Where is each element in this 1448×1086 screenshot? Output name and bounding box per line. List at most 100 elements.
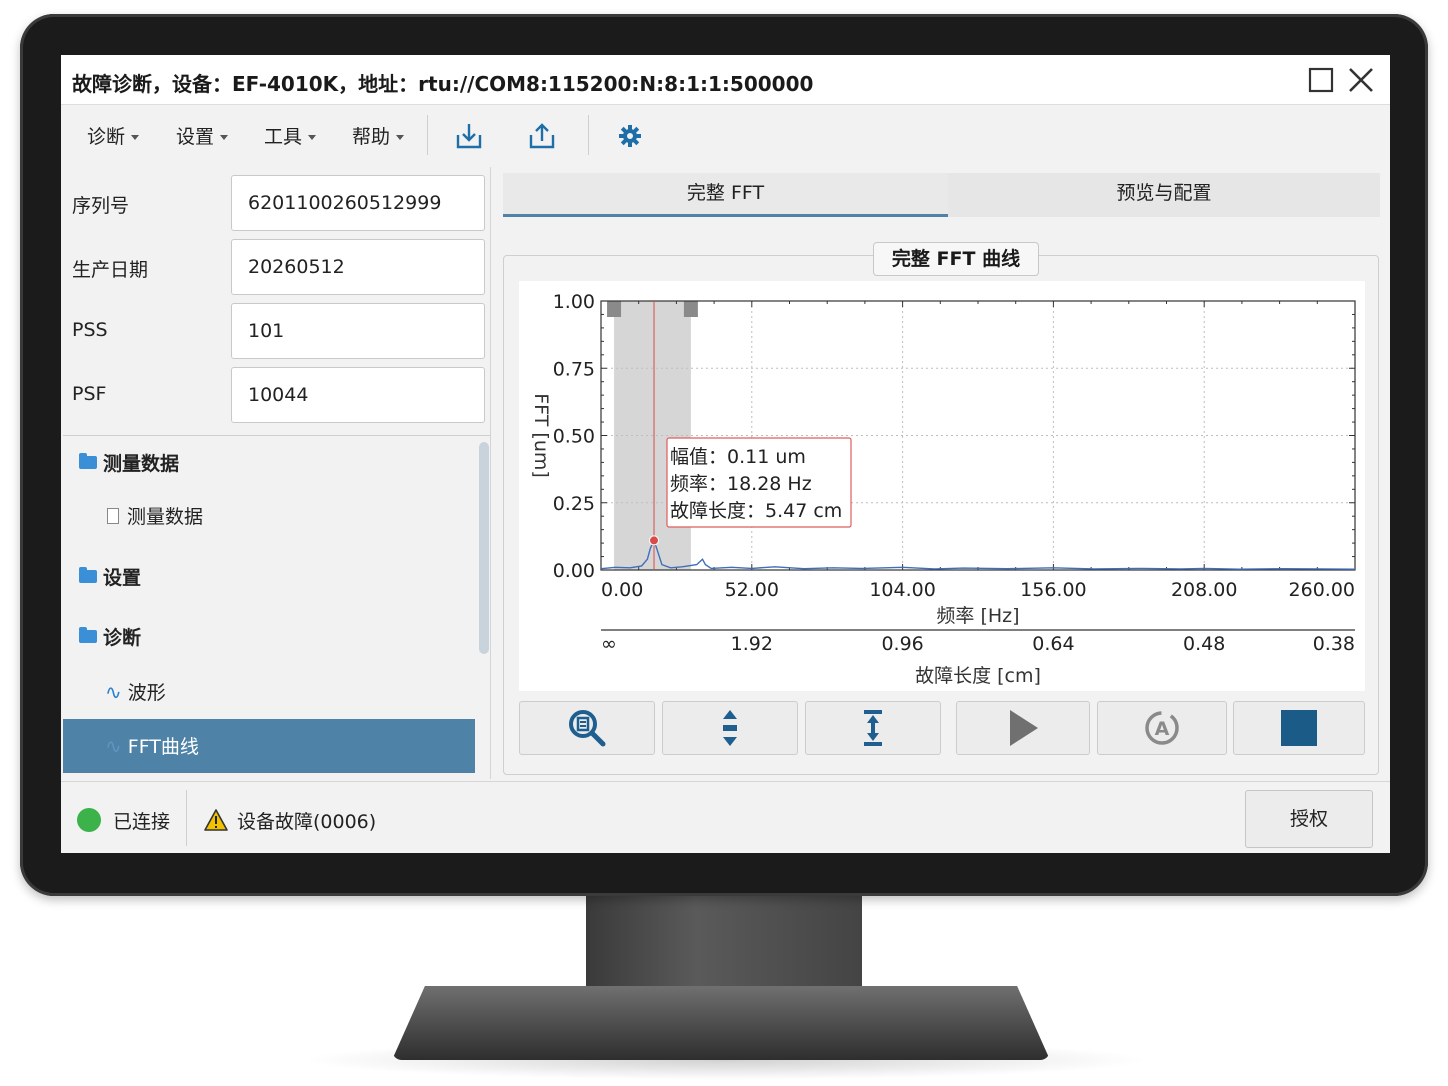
status-bar: 已连接 设备故障(0006) 授权	[61, 781, 1390, 853]
status-separator	[186, 790, 187, 846]
vertical-pan-button[interactable]	[662, 701, 798, 755]
auto-scale-icon: A	[1145, 711, 1179, 745]
app-window: 故障诊断，设备：EF-4010K，地址：rtu://COM8:115200:N:…	[61, 55, 1390, 853]
selection-handle-right	[683, 301, 698, 317]
vertical-range-icon	[864, 710, 882, 746]
y-tick-label: 0.75	[553, 358, 595, 380]
menu-help-label: 帮助	[352, 126, 391, 148]
play-button[interactable]	[956, 701, 1090, 755]
export-button[interactable]	[524, 118, 560, 154]
secondary-tick-label: ∞	[601, 633, 617, 655]
tree-item-label: 诊断	[103, 627, 142, 649]
window-title: 故障诊断，设备：EF-4010K，地址：rtu://COM8:115200:N:…	[72, 72, 814, 96]
play-icon	[1010, 710, 1038, 746]
wave-icon: ∿	[105, 734, 122, 758]
tree-item-fft-curve[interactable]: ∿ FFT曲线	[63, 719, 475, 773]
y-tick-label: 1.00	[553, 291, 595, 313]
auto-scale-button[interactable]: A	[1097, 701, 1227, 755]
plot-toolbar: A	[519, 701, 1365, 757]
production-date-field[interactable]: 20260512	[231, 239, 485, 295]
tree-item-waveform[interactable]: ∿ 波形	[63, 665, 475, 719]
menu-tools[interactable]: 工具	[264, 122, 317, 149]
menu-tools-label: 工具	[264, 126, 303, 148]
maximize-icon	[1308, 67, 1334, 93]
x-tick-label: 208.00	[1171, 579, 1237, 601]
folder-icon	[79, 453, 97, 469]
marker-point	[649, 535, 660, 546]
tree-item-measurement-data[interactable]: 测量数据	[63, 490, 475, 544]
tree-scrollbar[interactable]	[479, 442, 489, 654]
tree-item-diagnose-folder[interactable]: 诊断	[63, 611, 475, 665]
warning-icon	[204, 809, 228, 831]
svg-text:A: A	[1155, 718, 1170, 740]
x-axis-label: 频率 [Hz]	[936, 605, 1019, 627]
fft-plot[interactable]: 0.00 0.25 0.50 0.75 1.00 0.00 52.00 104.00 156.0…	[519, 281, 1365, 691]
serial-number-field[interactable]: 6201100260512999	[231, 175, 485, 231]
group-title: 完整 FFT 曲线	[873, 242, 1039, 276]
pss-label: PSS	[72, 319, 108, 341]
tree-item-label: 设置	[103, 567, 142, 589]
y-tick-label: 0.50	[553, 426, 595, 448]
tree-item-measurement-data-folder[interactable]: 测量数据	[63, 437, 475, 491]
x-tick-label: 52.00	[725, 579, 779, 601]
secondary-tick-label: 0.38	[1313, 633, 1355, 655]
tab-full-fft[interactable]: 完整 FFT	[503, 173, 948, 217]
title-bar: 故障诊断，设备：EF-4010K，地址：rtu://COM8:115200:N:…	[61, 55, 1390, 105]
stop-button[interactable]	[1233, 701, 1365, 755]
x-tick-label: 104.00	[869, 579, 935, 601]
menu-separator	[427, 115, 428, 155]
menu-help[interactable]: 帮助	[352, 122, 405, 149]
secondary-tick-label: 0.64	[1032, 633, 1074, 655]
close-button[interactable]	[1344, 63, 1378, 97]
monitor-foot	[392, 986, 1050, 1060]
left-panel: 序列号 6201100260512999 生产日期 20260512 PSS 1…	[63, 167, 491, 779]
folder-icon	[79, 567, 97, 583]
fft-series-line	[600, 538, 1356, 570]
x-tick-label: 156.00	[1020, 579, 1086, 601]
tab-preview-config[interactable]: 预览与配置	[948, 173, 1380, 217]
psf-label: PSF	[72, 383, 107, 405]
export-icon	[529, 123, 555, 149]
secondary-tick-label: 0.48	[1183, 633, 1225, 655]
menu-diagnose[interactable]: 诊断	[87, 122, 140, 149]
navigation-tree: 测量数据 测量数据 设置 诊断 ∿ 波形 ∿ FFT曲线	[63, 435, 491, 779]
settings-button[interactable]	[612, 118, 648, 154]
authorize-button[interactable]: 授权	[1245, 790, 1373, 848]
close-icon	[1349, 68, 1373, 92]
maximize-button[interactable]	[1304, 63, 1338, 97]
tree-item-label: 测量数据	[103, 453, 180, 475]
device-fault-text: 设备故障(0006)	[237, 811, 377, 833]
connection-status-icon	[77, 808, 101, 832]
wave-icon: ∿	[105, 680, 122, 704]
tooltip-amplitude: 幅值：0.11 um	[670, 446, 806, 468]
y-tick-label: 0.00	[553, 560, 595, 582]
production-date-label: 生产日期	[72, 259, 149, 281]
menu-diagnose-label: 诊断	[87, 126, 126, 148]
import-button[interactable]	[451, 118, 487, 154]
menu-separator	[588, 115, 589, 155]
secondary-axis-label: 故障长度 [cm]	[915, 665, 1041, 687]
selection-handle-left	[607, 301, 622, 317]
y-tick-label: 0.25	[553, 493, 595, 515]
pss-field[interactable]: 101	[231, 303, 485, 359]
folder-icon	[79, 627, 97, 643]
connection-status-text: 已连接	[113, 811, 171, 833]
menu-settings[interactable]: 设置	[176, 122, 229, 149]
tree-item-settings-folder[interactable]: 设置	[63, 551, 475, 605]
x-tick-label: 260.00	[1289, 579, 1355, 601]
tree-item-label: 波形	[127, 682, 166, 704]
zoom-button[interactable]	[519, 701, 655, 755]
gear-icon	[619, 125, 641, 147]
psf-field[interactable]: 10044	[231, 367, 485, 423]
tab-bar: 完整 FFT 预览与配置	[503, 173, 1380, 217]
tooltip-fault-length: 故障长度：5.47 cm	[670, 500, 842, 522]
secondary-tick-label: 1.92	[731, 633, 773, 655]
x-tick-label: 0.00	[601, 579, 643, 601]
fft-chart-svg: 0.00 0.25 0.50 0.75 1.00 0.00 52.00 104.00 156.0…	[530, 291, 1356, 687]
serial-number-label: 序列号	[72, 195, 130, 217]
vertical-range-button[interactable]	[805, 701, 941, 755]
tree-item-label: 测量数据	[127, 506, 204, 528]
menu-bar: 诊断 设置 工具 帮助	[61, 105, 1390, 165]
vertical-pan-icon	[723, 710, 737, 746]
tree-item-label: FFT曲线	[127, 736, 199, 758]
